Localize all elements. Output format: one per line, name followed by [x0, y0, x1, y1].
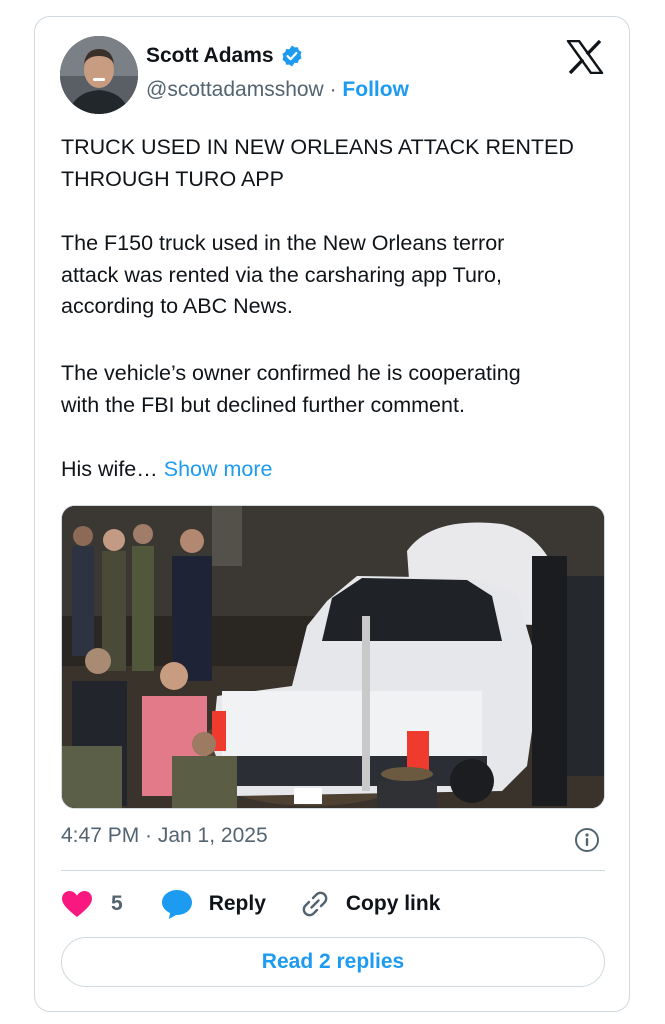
read-replies-button[interactable]: Read 2 replies [61, 937, 605, 987]
info-icon[interactable] [574, 827, 600, 853]
paragraph-line: attack was rented via the carsharing app… [61, 262, 502, 287]
author-name-row[interactable]: Scott Adams [146, 44, 304, 68]
paragraph-line: with the FBI but declined further commen… [61, 392, 465, 417]
avatar[interactable] [60, 36, 138, 114]
truncated-text: His wife… [61, 457, 158, 481]
author-handle[interactable]: @scottadamsshow [146, 78, 324, 101]
tweet-photo[interactable] [61, 505, 605, 809]
headline-line: THROUGH TURO APP [61, 166, 284, 191]
copy-link-label: Copy link [345, 892, 441, 915]
x-logo-icon[interactable] [566, 40, 604, 74]
photo-scene [62, 506, 604, 808]
paragraph-line: according to ABC News. [61, 294, 293, 318]
tweet-headline: TRUCK USED IN NEW ORLEANS ATTACK RENTED … [61, 132, 601, 195]
reply-label: Reply [208, 892, 266, 915]
reply-bubble-icon [161, 890, 192, 919]
author-name[interactable]: Scott Adams [146, 44, 274, 68]
reply-button[interactable]: Reply [161, 889, 266, 919]
verified-badge-icon [282, 45, 302, 67]
tweet-timestamp[interactable]: 4:47 PM · Jan 1, 2025 [61, 824, 268, 848]
author-handle-row: @scottadamsshow · Follow [146, 78, 409, 102]
copy-link-button[interactable]: Copy link [300, 889, 441, 919]
action-bar: 5 Reply Copy link [61, 884, 440, 924]
follow-link[interactable]: Follow [342, 78, 409, 101]
paragraph-line: The vehicle’s owner confirmed he is coop… [61, 361, 521, 385]
headline-line: TRUCK USED IN NEW ORLEANS ATTACK RENTED [61, 135, 574, 159]
like-count: 5 [111, 892, 123, 915]
show-more-link[interactable]: Show more [164, 457, 273, 481]
heart-icon [62, 891, 92, 917]
tweet-paragraph-1: The F150 truck used in the New Orleans t… [61, 228, 601, 323]
link-icon [302, 891, 328, 917]
like-button[interactable]: 5 [61, 890, 123, 918]
divider [61, 870, 605, 871]
tweet-paragraph-2: The vehicle’s owner confirmed he is coop… [61, 358, 601, 421]
handle-separator: · [329, 78, 337, 101]
tweet-paragraph-3: His wife… Show more [61, 454, 601, 486]
paragraph-line: The F150 truck used in the New Orleans t… [61, 231, 505, 255]
